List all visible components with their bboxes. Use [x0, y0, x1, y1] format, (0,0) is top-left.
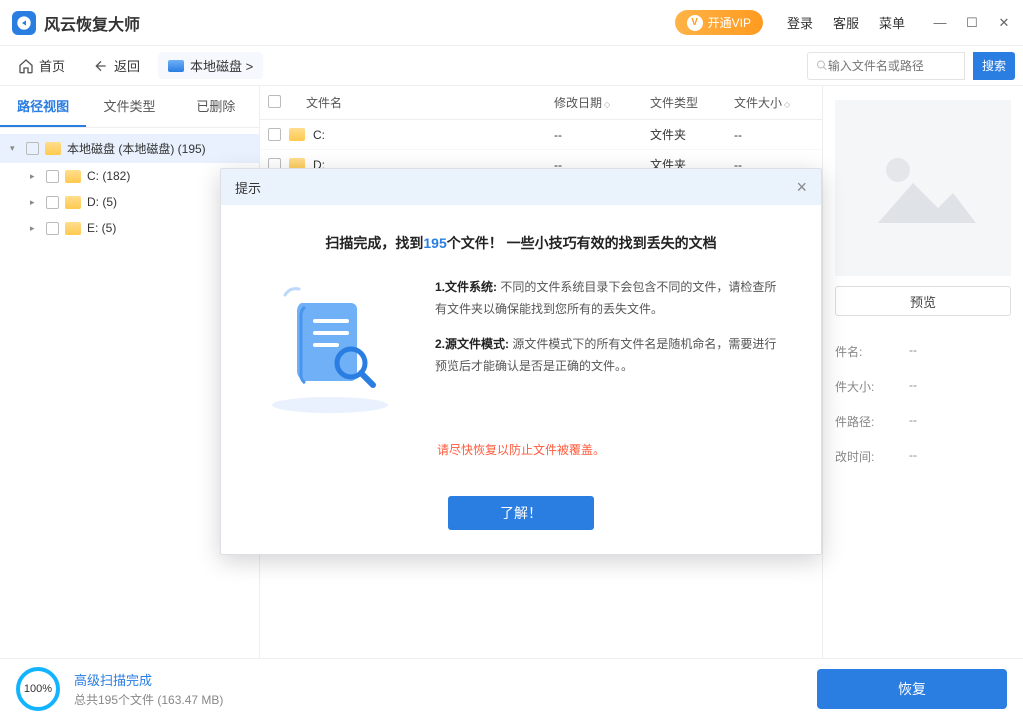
tab-deleted[interactable]: 已删除	[173, 86, 259, 127]
home-button[interactable]: 首页	[8, 52, 75, 79]
modal-footer: 了解！	[221, 478, 821, 554]
search-input-wrap[interactable]	[807, 52, 965, 80]
support-link[interactable]: 客服	[833, 13, 859, 32]
file-size: --	[734, 128, 814, 142]
folder-icon	[45, 142, 61, 155]
close-icon[interactable]: ✕	[997, 16, 1011, 30]
titlebar: 风云恢复大师 V 开通VIP 登录 客服 菜单 — ☐ ✕	[0, 0, 1023, 46]
vip-badge-icon: V	[687, 15, 703, 31]
search-icon	[816, 59, 828, 72]
folder-icon	[65, 222, 81, 235]
meta-size: 件大小:--	[835, 369, 1011, 404]
modal-headline: 扫描完成，找到195个文件！ 一些小技巧有效的找到丢失的文档	[255, 233, 787, 253]
vip-button[interactable]: V 开通VIP	[675, 10, 763, 35]
file-date: --	[554, 128, 650, 142]
vip-label: 开通VIP	[708, 14, 751, 31]
progress-ring: 100%	[16, 667, 60, 711]
caret-right-icon: ▸	[30, 223, 40, 234]
menu-link[interactable]: 菜单	[879, 13, 905, 32]
file-type: 文件夹	[650, 126, 734, 143]
tree-item-label: C: (182)	[87, 169, 130, 183]
checkbox[interactable]	[46, 170, 59, 183]
meta-name: 件名:--	[835, 334, 1011, 369]
col-modified[interactable]: 修改日期◇	[554, 94, 650, 111]
modal-content: 1.文件系统: 不同的文件系统目录下会包含不同的文件，请检查所有文件夹以确保能找…	[255, 277, 787, 417]
checkbox[interactable]	[46, 196, 59, 209]
tab-path-view[interactable]: 路径视图	[0, 86, 86, 127]
folder-icon	[65, 196, 81, 209]
tree-root[interactable]: ▾ 本地磁盘 (本地磁盘) (195)	[0, 134, 259, 163]
app-logo-icon	[12, 11, 36, 35]
disk-icon	[168, 60, 184, 72]
sort-icon: ◇	[784, 100, 790, 109]
ok-button[interactable]: 了解！	[448, 496, 594, 530]
preview-placeholder	[835, 100, 1011, 276]
bottom-bar: 100% 高级扫描完成 总共195个文件 (163.47 MB) 恢复	[0, 658, 1023, 718]
preview-pane: 预览 件名:-- 件大小:-- 件路径:-- 改时间:--	[823, 86, 1023, 658]
status-title: 高级扫描完成	[74, 670, 223, 689]
checkbox[interactable]	[46, 222, 59, 235]
file-row[interactable]: C: -- 文件夹 --	[260, 120, 822, 150]
tree-item-label: E: (5)	[87, 221, 116, 235]
found-count: 195	[423, 235, 446, 251]
select-all-checkbox[interactable]	[268, 95, 281, 108]
maximize-icon[interactable]: ☐	[965, 16, 979, 30]
modal: 提示 × 扫描完成，找到195个文件！ 一些小技巧有效的找到丢失的文档	[220, 168, 822, 555]
app-title: 风云恢复大师	[44, 11, 140, 35]
modal-warning: 请尽快恢复以防止文件被覆盖。	[255, 441, 787, 458]
image-placeholder-icon	[868, 148, 978, 228]
tree-root-label: 本地磁盘 (本地磁盘) (195)	[67, 140, 206, 157]
tab-file-type[interactable]: 文件类型	[86, 86, 172, 127]
checkbox[interactable]	[26, 142, 39, 155]
sidebar-tabs: 路径视图 文件类型 已删除	[0, 86, 259, 128]
meta-time: 改时间:--	[835, 439, 1011, 474]
checkbox[interactable]	[268, 128, 281, 141]
tip-2: 2.源文件模式: 源文件模式下的所有文件名是随机命名，需要进行预览后才能确认是否…	[435, 334, 787, 377]
file-header: 文件名 修改日期◇ 文件类型 文件大小◇	[260, 86, 822, 120]
caret-right-icon: ▸	[30, 197, 40, 208]
caret-right-icon: ▸	[30, 171, 40, 182]
minimize-icon[interactable]: —	[933, 16, 947, 30]
modal-body: 扫描完成，找到195个文件！ 一些小技巧有效的找到丢失的文档 1.文件系统: 不…	[221, 205, 821, 478]
back-button[interactable]: 返回	[83, 52, 150, 79]
col-filename[interactable]: 文件名	[298, 94, 554, 111]
meta-path: 件路径:--	[835, 404, 1011, 439]
breadcrumb[interactable]: 本地磁盘 >	[158, 52, 263, 79]
illustration-icon	[255, 277, 405, 417]
file-name: C:	[313, 128, 554, 142]
tree-item-label: D: (5)	[87, 195, 117, 209]
preview-button[interactable]: 预览	[835, 286, 1011, 316]
back-icon	[93, 58, 109, 74]
modal-tips: 1.文件系统: 不同的文件系统目录下会包含不同的文件，请检查所有文件夹以确保能找…	[435, 277, 787, 391]
folder-icon	[65, 170, 81, 183]
modal-title: 提示	[235, 178, 261, 197]
login-link[interactable]: 登录	[787, 13, 813, 32]
status-subtitle: 总共195个文件 (163.47 MB)	[74, 691, 223, 708]
tip-1: 1.文件系统: 不同的文件系统目录下会包含不同的文件，请检查所有文件夹以确保能找…	[435, 277, 787, 320]
col-size[interactable]: 文件大小◇	[734, 94, 814, 111]
breadcrumb-label: 本地磁盘 >	[190, 56, 253, 75]
home-icon	[18, 58, 34, 74]
col-type[interactable]: 文件类型	[650, 94, 734, 111]
home-label: 首页	[39, 56, 65, 75]
back-label: 返回	[114, 56, 140, 75]
toolbar: 首页 返回 本地磁盘 > 搜索	[0, 46, 1023, 86]
search-button[interactable]: 搜索	[973, 52, 1015, 80]
folder-icon	[289, 128, 305, 141]
recover-button[interactable]: 恢复	[817, 669, 1007, 709]
caret-down-icon: ▾	[10, 143, 20, 154]
status-text: 高级扫描完成 总共195个文件 (163.47 MB)	[74, 670, 223, 708]
sort-icon: ◇	[604, 100, 610, 109]
modal-close-icon[interactable]: ×	[796, 177, 807, 198]
modal-header: 提示 ×	[221, 169, 821, 205]
search-input[interactable]	[828, 59, 956, 73]
